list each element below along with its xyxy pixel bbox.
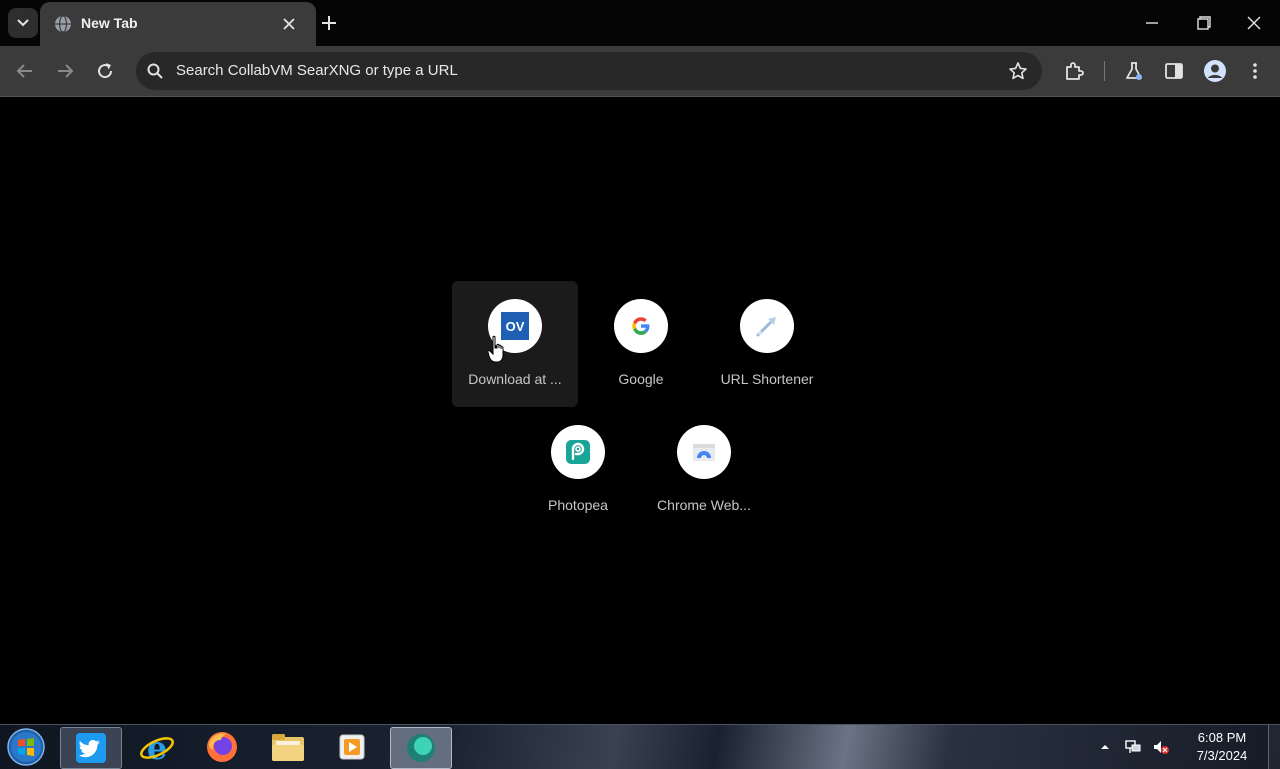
new-tab-plus-icon[interactable]: [318, 12, 340, 34]
internet-explorer-icon: e: [140, 729, 174, 765]
shortcut-label: URL Shortener: [720, 371, 814, 387]
shortcut-label: Download at ...: [468, 371, 562, 387]
omnibox[interactable]: Search CollabVM SearXNG or type a URL: [136, 52, 1042, 90]
shortcut-label: Google: [618, 371, 664, 387]
shortcut-icon-circle: [614, 299, 668, 353]
twitter-icon: [76, 733, 106, 763]
shortcut-download-at[interactable]: OV Download at ...: [452, 281, 578, 407]
network-icon[interactable]: [1124, 739, 1142, 755]
chrome-web-store-icon: [693, 444, 715, 461]
show-hidden-icons-icon[interactable]: [1099, 741, 1111, 753]
shortcut-photopea[interactable]: Photopea: [515, 407, 641, 533]
shortcut-url-shortener[interactable]: URL Shortener: [704, 281, 830, 407]
profile-avatar-icon[interactable]: [1203, 59, 1227, 83]
shortcut-label: Chrome Web...: [657, 497, 751, 513]
toolbar: Search CollabVM SearXNG or type a URL: [0, 46, 1280, 97]
close-icon[interactable]: [280, 15, 298, 33]
volume-muted-icon[interactable]: [1152, 739, 1170, 755]
bookmark-star-icon[interactable]: [1008, 61, 1028, 81]
taskbar-item-internet-explorer[interactable]: e: [127, 727, 187, 767]
taskbar-item-file-explorer[interactable]: [258, 727, 318, 767]
google-g-icon: [632, 317, 650, 335]
collabvm-icon: [407, 734, 435, 762]
tab-title: New Tab: [81, 15, 138, 31]
taskbar: e 6:08 PM 7/3/2024: [0, 724, 1280, 769]
taskbar-item-collabvm[interactable]: [390, 727, 452, 769]
labs-flask-icon[interactable]: [1123, 60, 1145, 82]
omnibox-placeholder: Search CollabVM SearXNG or type a URL: [176, 62, 458, 79]
side-panel-icon[interactable]: [1163, 60, 1185, 82]
chevron-down-icon: [17, 19, 29, 27]
shortcut-google[interactable]: Google: [578, 281, 704, 407]
firefox-icon: [207, 732, 237, 762]
taskbar-item-firefox[interactable]: [192, 727, 252, 767]
url-shortener-icon: [756, 317, 776, 337]
clock-time: 6:08 PM: [1197, 730, 1247, 745]
mouse-cursor-hand-icon: [487, 335, 504, 363]
clock-date: 7/3/2024: [1196, 748, 1248, 763]
taskbar-item-media-player[interactable]: [322, 727, 382, 767]
shortcut-icon-circle: [677, 425, 731, 479]
svg-text:e: e: [147, 729, 167, 765]
system-clock[interactable]: 6:08 PM 7/3/2024: [1186, 729, 1258, 765]
reload-icon[interactable]: [94, 60, 116, 82]
toolbar-separator: [1104, 61, 1105, 81]
globe-icon: [55, 15, 71, 33]
extensions-puzzle-icon[interactable]: [1063, 60, 1085, 82]
shortcut-chrome-web-store[interactable]: Chrome Web...: [641, 407, 767, 533]
search-icon: [147, 63, 163, 79]
taskbar-item-twitter[interactable]: [60, 727, 122, 769]
photopea-icon: [566, 440, 590, 464]
tab-new-tab[interactable]: New Tab: [40, 2, 316, 46]
title-bar: New Tab: [0, 0, 1280, 46]
svg-text:OV: OV: [506, 319, 525, 334]
restore-icon[interactable]: [1191, 12, 1215, 34]
show-desktop-button[interactable]: [1268, 725, 1280, 769]
back-arrow-icon[interactable]: [14, 60, 36, 82]
shortcut-icon-circle: [551, 425, 605, 479]
shortcut-icon-circle: [740, 299, 794, 353]
minimize-icon[interactable]: [1140, 12, 1164, 34]
forward-arrow-icon[interactable]: [54, 60, 76, 82]
menu-kebab-icon[interactable]: [1244, 60, 1266, 82]
media-player-icon: [339, 734, 365, 760]
file-explorer-icon: [272, 734, 304, 761]
tab-search-button[interactable]: [8, 8, 38, 38]
windows-start-orb-icon[interactable]: [6, 727, 46, 767]
shortcut-label: Photopea: [548, 497, 608, 513]
window-close-icon[interactable]: [1242, 12, 1266, 34]
